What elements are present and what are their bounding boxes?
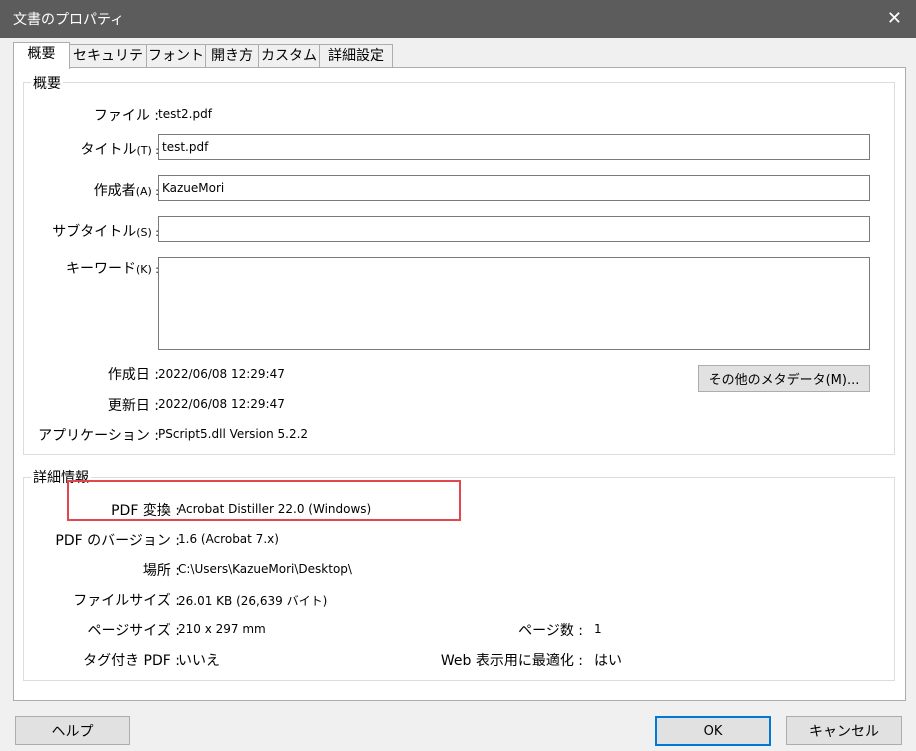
created-value: 2022/06/08 12:29:47 [158,367,285,381]
file-value: test2.pdf [158,107,212,121]
author-label: 作成者(A) : [93,183,159,199]
producer-value: Acrobat Distiller 22.0 (Windows) [178,502,372,516]
more-metadata-button[interactable]: その他のメタデータ(M)... [698,365,870,392]
title-label: タイトル(T) : [80,142,159,158]
close-icon[interactable]: ✕ [887,8,902,29]
tab-panel: 概要 ファイル : test2.pdf タイトル(T) : 作成者(A) : サ… [13,67,906,701]
page-count-label: ページ数 : [518,623,583,639]
page-count-value: 1 [594,622,602,636]
tab-security[interactable]: セキュリティ [69,44,147,87]
keywords-label: キーワード(K) : [66,261,159,277]
help-button[interactable]: ヘルプ [15,716,130,745]
tab-advanced[interactable]: 詳細設定 [319,44,393,67]
subject-field[interactable] [158,216,870,242]
location-label: 場所 : [142,563,180,579]
title-field[interactable] [158,134,870,160]
advanced-legend: 詳細情報 [31,467,91,487]
application-value: PScript5.dll Version 5.2.2 [158,427,309,441]
summary-legend: 概要 [31,73,63,93]
file-label: ファイル : [93,108,159,124]
keywords-field[interactable] [158,257,870,350]
tab-custom[interactable]: カスタム [258,44,320,67]
pdf-version-value: 1.6 (Acrobat 7.x) [178,532,279,546]
subject-label: サブタイトル(S) : [52,224,159,240]
modified-value: 2022/06/08 12:29:47 [158,397,285,411]
title-bar: 文書のプロパティ ✕ [0,0,916,38]
cancel-button[interactable]: キャンセル [786,716,902,745]
fast-web-view-label: Web 表示用に最適化 : [440,653,583,669]
fast-web-view-value: はい [594,653,622,669]
filesize-label: ファイルサイズ : [73,593,180,609]
created-label: 作成日 : [107,367,159,383]
window-title: 文書のプロパティ [13,12,125,28]
pagesize-value: 210 x 297 mm [178,622,266,636]
tab-summary[interactable]: 概要 [13,42,70,69]
modified-label: 更新日 : [107,398,159,414]
application-label: アプリケーション : [38,428,159,444]
tagged-pdf-label: タグ付き PDF : [83,653,180,669]
location-value: C:\Users\KazueMori\Desktop\ [178,562,352,576]
producer-label: PDF 変換 : [111,503,180,519]
author-field[interactable] [158,175,870,201]
filesize-value: 26.01 KB (26,639 バイト) [178,594,328,608]
pdf-version-label: PDF のバージョン : [55,533,180,549]
pagesize-label: ページサイズ : [87,623,180,639]
tab-fonts[interactable]: フォント [146,44,206,67]
tab-initial-view[interactable]: 開き方 [205,44,259,67]
ok-button[interactable]: OK [655,716,771,746]
tagged-pdf-value: いいえ [178,653,220,669]
